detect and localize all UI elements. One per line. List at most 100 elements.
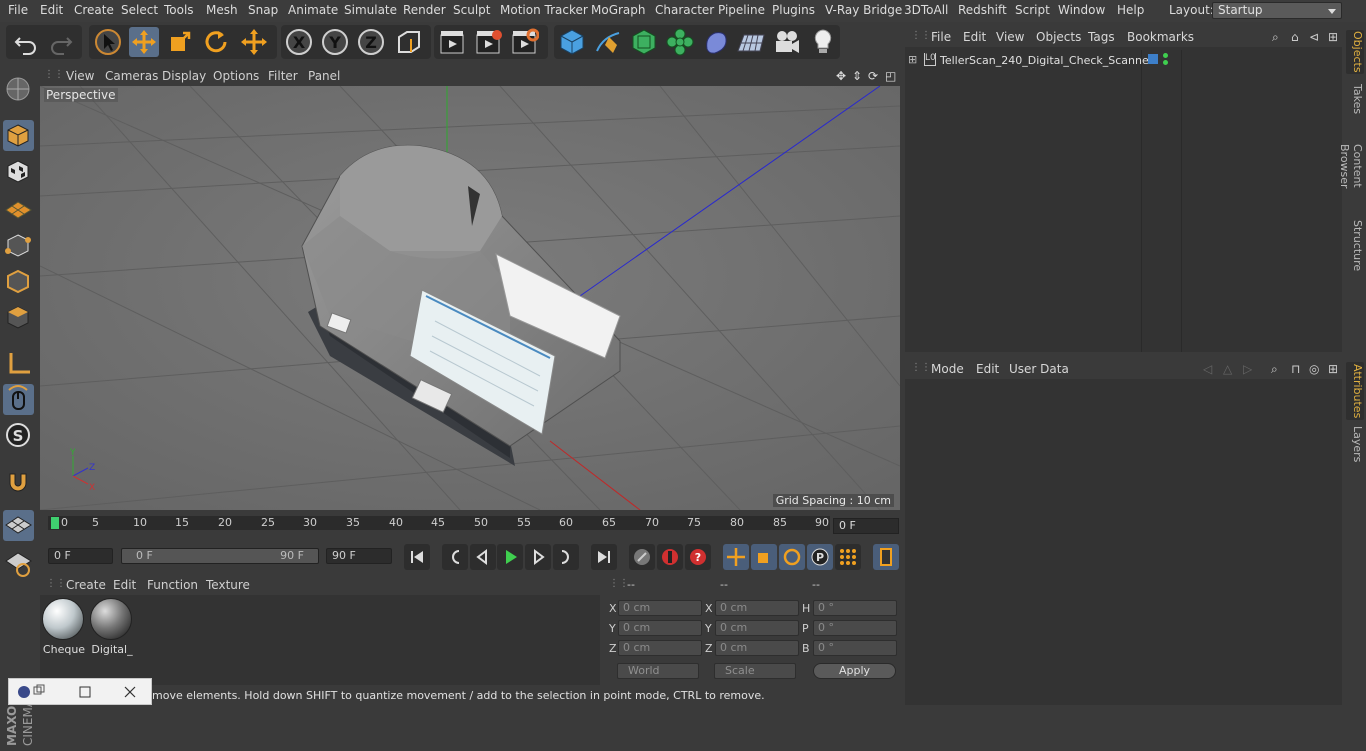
render-visibility-dot[interactable] (1163, 60, 1168, 65)
axis-mode-icon[interactable] (3, 348, 34, 379)
menu-pipeline[interactable]: Pipeline (718, 3, 765, 17)
tab-attributes[interactable]: Attributes (1346, 362, 1364, 420)
menu-character[interactable]: Character (655, 3, 714, 17)
next-key-icon[interactable] (553, 544, 579, 570)
menu-animate[interactable]: Animate (288, 3, 338, 17)
editor-visibility-dot[interactable] (1163, 53, 1168, 58)
search-icon[interactable]: ⌕ (1271, 362, 1278, 377)
menu-redshift[interactable]: Redshift (958, 3, 1007, 17)
viewport-menu-options[interactable]: Options (213, 69, 259, 83)
timeline-window-icon[interactable] (873, 544, 899, 570)
restore-icon[interactable] (29, 683, 49, 701)
render-settings-icon[interactable] (509, 27, 540, 57)
position-z-field[interactable]: 0 cm (618, 640, 702, 656)
pen-spline-icon[interactable] (593, 27, 623, 57)
attributes-menu-user-data[interactable]: User Data (1009, 362, 1069, 376)
menu-select[interactable]: Select (121, 3, 158, 17)
menu-simulate[interactable]: Simulate (344, 3, 397, 17)
menu-mesh[interactable]: Mesh (206, 3, 238, 17)
points-mode-icon[interactable] (3, 230, 34, 261)
playhead-marker[interactable] (51, 517, 59, 529)
new-panel-icon[interactable]: ⊞ (1328, 362, 1338, 376)
coordinate-space-dropdown[interactable]: World (617, 663, 699, 679)
material-menu-edit[interactable]: Edit (113, 578, 136, 592)
workplane-icon[interactable] (3, 192, 34, 223)
menu-motion-tracker[interactable]: Motion Tracker (500, 3, 588, 17)
menu-3dtoall[interactable]: 3DToAll (904, 3, 948, 17)
menu-snap[interactable]: Snap (248, 3, 278, 17)
tweak-mode-icon[interactable] (3, 384, 34, 415)
snap-icon[interactable]: S (3, 420, 34, 451)
menu-sculpt[interactable]: Sculpt (453, 3, 490, 17)
texture-mode-icon[interactable] (3, 156, 34, 187)
maximize-icon[interactable] (73, 683, 97, 701)
menu-render[interactable]: Render (403, 3, 446, 17)
viewport-maximize-icon[interactable]: ◰ (885, 69, 896, 83)
viewport-zoom-icon[interactable]: ⇕ (852, 69, 862, 83)
key-position-icon[interactable] (723, 544, 749, 570)
scale-tool-icon[interactable] (165, 27, 195, 57)
attributes-menu-edit[interactable]: Edit (976, 362, 999, 376)
y-axis-lock-icon[interactable]: Y (320, 27, 350, 57)
model-mode-icon[interactable] (3, 120, 34, 151)
x-axis-lock-icon[interactable]: X (284, 27, 314, 57)
polygons-mode-icon[interactable] (3, 302, 34, 333)
up-arrow-icon[interactable]: △ (1223, 362, 1232, 376)
back-icon[interactable]: ⊲ (1309, 30, 1319, 44)
locked-workplane-icon[interactable] (3, 548, 34, 579)
lock-icon[interactable]: ⊓ (1291, 362, 1300, 376)
tab-structure[interactable]: Structure (1346, 220, 1364, 272)
forward-arrow-icon[interactable]: ▷ (1243, 362, 1252, 376)
layout-dropdown[interactable]: Startup (1212, 2, 1342, 19)
size-z-field[interactable]: 0 cm (715, 640, 799, 656)
end-frame-field[interactable]: 90 F (326, 548, 392, 564)
camera-label[interactable]: Perspective (44, 88, 118, 102)
object-menu-edit[interactable]: Edit (963, 30, 986, 44)
viewport-menu-view[interactable]: View (66, 69, 94, 83)
position-y-field[interactable]: 0 cm (618, 620, 702, 636)
make-editable-icon[interactable] (3, 74, 34, 105)
object-row[interactable]: ⊞ L0 TellerScan_240_Digital_Check_Scanne… (905, 50, 1342, 70)
menu-file[interactable]: File (8, 3, 28, 17)
recent-tools-icon[interactable] (239, 27, 269, 57)
menu-plugins[interactable]: Plugins (772, 3, 815, 17)
rotation-p-field[interactable]: 0 ° (813, 620, 897, 636)
position-x-field[interactable]: 0 cm (618, 600, 702, 616)
tab-layers[interactable]: Layers (1346, 426, 1364, 462)
rotation-h-field[interactable]: 0 ° (813, 600, 897, 616)
deformer-icon[interactable] (701, 27, 731, 57)
render-view-icon[interactable] (437, 27, 467, 57)
object-name[interactable]: TellerScan_240_Digital_Check_Scanner (940, 54, 1153, 67)
apply-button[interactable]: Apply (813, 663, 896, 679)
z-axis-lock-icon[interactable]: Z (356, 27, 386, 57)
key-parameter-icon[interactable]: P (807, 544, 833, 570)
attributes-menu-mode[interactable]: Mode (931, 362, 964, 376)
menu-script[interactable]: Script (1015, 3, 1050, 17)
size-x-field[interactable]: 0 cm (715, 600, 799, 616)
object-menu-objects[interactable]: Objects (1036, 30, 1081, 44)
viewport-menu-cameras[interactable]: Cameras (105, 69, 158, 83)
magnet-icon[interactable] (3, 466, 34, 497)
expand-icon[interactable]: ⊞ (908, 53, 917, 66)
layer-color-swatch[interactable] (1148, 54, 1158, 64)
material-swatch-digital[interactable]: Digital_ (90, 598, 134, 656)
new-panel-icon[interactable]: ⊞ (1328, 30, 1338, 44)
tab-takes[interactable]: Takes (1346, 82, 1364, 116)
3d-viewport[interactable]: Y Z X Perspective Grid Spacing : 10 cm (40, 86, 900, 510)
menu-tools[interactable]: Tools (164, 3, 194, 17)
menu-mograph[interactable]: MoGraph (591, 3, 646, 17)
coordinate-system-icon[interactable] (394, 27, 424, 57)
material-menu-function[interactable]: Function (147, 578, 198, 592)
object-menu-tags[interactable]: Tags (1088, 30, 1115, 44)
undo-icon[interactable] (11, 27, 41, 57)
viewport-menu-filter[interactable]: Filter (268, 69, 298, 83)
material-menu-create[interactable]: Create (66, 578, 106, 592)
tab-content-browser[interactable]: Content Browser (1338, 124, 1364, 208)
home-icon[interactable]: ⌂ (1291, 30, 1299, 44)
tab-objects[interactable]: Objects (1346, 30, 1364, 74)
material-swatch-cheque[interactable]: Cheque (42, 598, 86, 656)
object-menu-view[interactable]: View (996, 30, 1024, 44)
key-rotation-icon[interactable] (779, 544, 805, 570)
key-scale-icon[interactable] (751, 544, 777, 570)
viewport-move-icon[interactable]: ✥ (836, 69, 846, 83)
